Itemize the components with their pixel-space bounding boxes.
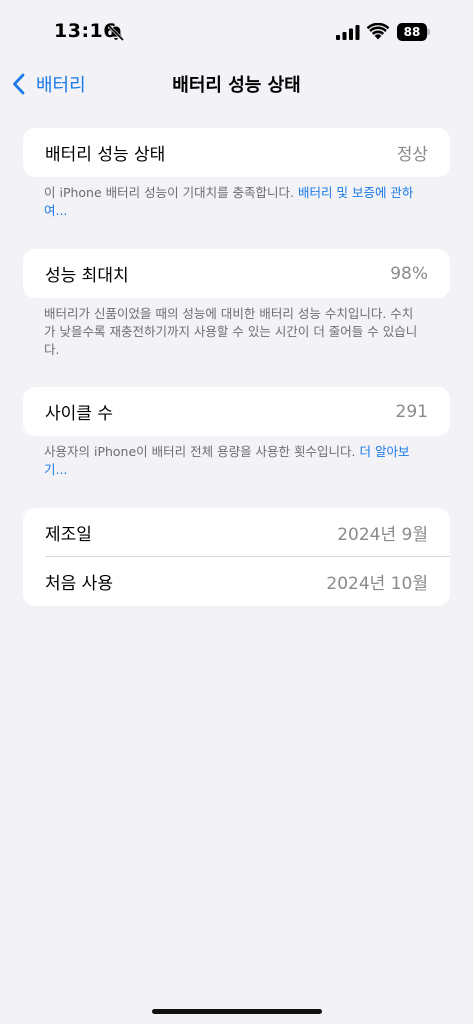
manufacture-date-label: 제조일 xyxy=(45,525,92,545)
battery-health-row[interactable]: 배터리 성능 상태 정상 xyxy=(23,128,450,177)
max-capacity-group: 성능 최대치 98% xyxy=(23,249,450,298)
max-capacity-row: 성능 최대치 98% xyxy=(23,249,450,298)
first-use-label: 처음 사용 xyxy=(45,574,113,594)
navigation-bar: 배터리 배터리 성능 상태 xyxy=(0,64,473,104)
battery-health-value: 정상 xyxy=(396,145,428,165)
manufacture-date-row: 제조일 2024년 9월 xyxy=(23,508,450,557)
cycle-count-group: 사이클 수 291 xyxy=(23,387,450,436)
manufacture-date-value: 2024년 9월 xyxy=(337,525,428,545)
battery-cap xyxy=(427,29,430,35)
battery-health-footer: 이 iPhone 배터리 성능이 기대치를 충족합니다. 배터리 및 보증에 관… xyxy=(44,184,424,220)
first-use-value: 2024년 10월 xyxy=(326,574,428,594)
dates-group: 제조일 2024년 9월 처음 사용 2024년 10월 xyxy=(23,508,450,606)
bell-slash-icon xyxy=(107,24,125,42)
cycle-count-row: 사이클 수 291 xyxy=(23,387,450,436)
cycle-count-value: 291 xyxy=(395,401,428,422)
status-bar: 13:16 88 xyxy=(0,0,473,64)
battery-health-footer-text: 이 iPhone 배터리 성능이 기대치를 충족합니다. xyxy=(44,185,299,200)
max-capacity-label: 성능 최대치 xyxy=(45,266,129,286)
signal-icon xyxy=(336,25,360,40)
page-title: 배터리 성능 상태 xyxy=(172,75,301,96)
battery-icon: 88 xyxy=(397,23,430,41)
first-use-row: 처음 사용 2024년 10월 xyxy=(23,557,450,606)
cycle-count-label: 사이클 수 xyxy=(45,404,113,424)
wifi-icon xyxy=(367,23,389,40)
battery-health-label: 배터리 성능 상태 xyxy=(45,145,166,165)
home-indicator[interactable] xyxy=(152,1009,322,1014)
cycle-count-footer-text: 사용자의 iPhone이 배터리 전체 용량을 사용한 횟수입니다. xyxy=(44,444,360,459)
battery-level: 88 xyxy=(397,23,427,41)
battery-health-screen: 13:16 88 배터리 배터리 성능 상태 배터리 성능 상태 정상 이 iP… xyxy=(0,0,473,1024)
max-capacity-value: 98% xyxy=(390,263,428,284)
cycle-count-footer: 사용자의 iPhone이 배터리 전체 용량을 사용한 횟수입니다. 더 알아보… xyxy=(44,443,424,479)
battery-health-group: 배터리 성능 상태 정상 xyxy=(23,128,450,177)
max-capacity-footer: 배터리가 신품이었을 때의 성능에 대비한 배터리 성능 수치입니다. 수치가 … xyxy=(44,306,418,357)
